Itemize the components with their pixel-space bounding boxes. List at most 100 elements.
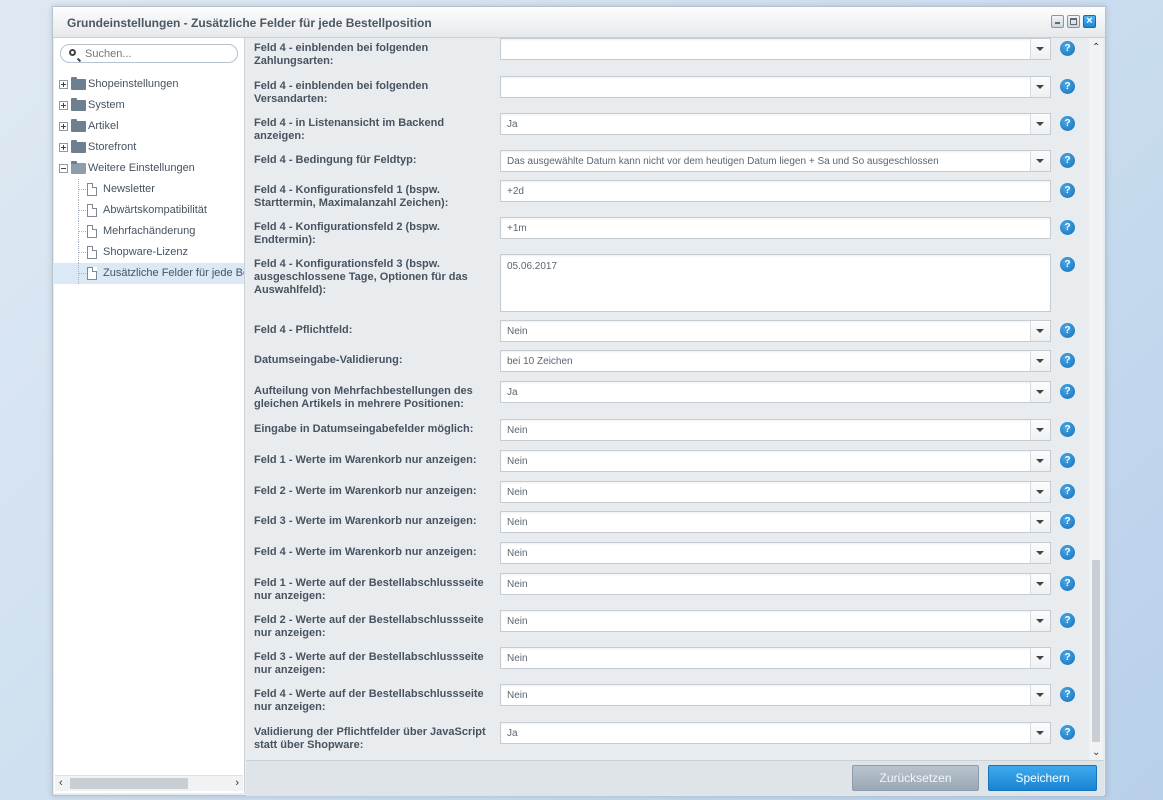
form-row: Feld 4 - einblenden bei folgenden Zahlun… (246, 38, 1088, 70)
chevron-down-icon[interactable] (1030, 482, 1050, 502)
tree-item[interactable]: Abwärtskompatibilität (54, 200, 244, 221)
chevron-down-icon[interactable] (1030, 723, 1050, 743)
chevron-down-icon[interactable] (1030, 321, 1050, 341)
chevron-down-icon[interactable] (1030, 420, 1050, 440)
tree-item[interactable]: Artikel (54, 116, 244, 137)
select-field[interactable]: Das ausgewählte Datum kann nicht vor dem… (500, 150, 1051, 172)
settings-window: Grundeinstellungen - Zusätzliche Felder … (52, 6, 1106, 796)
select-field[interactable]: Nein (500, 573, 1051, 595)
expand-icon[interactable] (59, 101, 68, 110)
select-field[interactable] (500, 38, 1051, 60)
help-icon[interactable]: ? (1060, 576, 1075, 591)
textarea-field[interactable]: 05.06.2017 (500, 254, 1051, 312)
chevron-down-icon[interactable] (1030, 382, 1050, 402)
expand-icon[interactable] (59, 80, 68, 89)
field-value: +1m (507, 223, 527, 234)
search-input[interactable] (85, 47, 225, 60)
help-icon[interactable]: ? (1060, 384, 1075, 399)
save-button[interactable]: Speichern (988, 765, 1097, 791)
chevron-down-icon[interactable] (1030, 685, 1050, 705)
chevron-down-icon[interactable] (1030, 611, 1050, 631)
text-field[interactable]: +2d (500, 180, 1051, 202)
help-icon[interactable]: ? (1060, 257, 1075, 272)
field-value: Das ausgewählte Datum kann nicht vor dem… (507, 156, 939, 167)
select-field[interactable]: Ja (500, 113, 1051, 135)
tree-item[interactable]: Weitere Einstellungen (54, 158, 244, 179)
form-row: Feld 4 - Pflichtfeld: Nein? (246, 318, 1088, 352)
help-icon[interactable]: ? (1060, 484, 1075, 499)
field-label: Eingabe in Datumseingabefelder möglich: (254, 423, 474, 435)
tree-item[interactable]: Shopware-Lizenz (54, 242, 244, 263)
scroll-left-icon[interactable]: ‹ (59, 777, 63, 790)
help-icon[interactable]: ? (1060, 220, 1075, 235)
help-icon[interactable]: ? (1060, 41, 1075, 56)
help-icon[interactable]: ? (1060, 613, 1075, 628)
close-icon[interactable]: × (1083, 15, 1096, 28)
expand-icon[interactable] (59, 143, 68, 152)
help-icon[interactable]: ? (1060, 453, 1075, 468)
scrollbar-thumb[interactable] (70, 778, 188, 789)
field-label: Aufteilung von Mehrfachbestellungen des … (254, 385, 473, 410)
help-icon[interactable]: ? (1060, 650, 1075, 665)
select-field[interactable]: Ja (500, 722, 1051, 744)
reset-button[interactable]: Zurücksetzen (852, 765, 979, 791)
help-icon[interactable]: ? (1060, 687, 1075, 702)
help-icon[interactable]: ? (1060, 545, 1075, 560)
chevron-down-icon[interactable] (1030, 574, 1050, 594)
chevron-down-icon[interactable] (1030, 648, 1050, 668)
form-row: Aufteilung von Mehrfachbestellungen des … (246, 379, 1088, 413)
vertical-scrollbar[interactable]: ⌃ ⌄ (1089, 38, 1103, 760)
horizontal-scrollbar[interactable]: ‹ › (55, 775, 243, 791)
select-field[interactable]: Ja (500, 381, 1051, 403)
tree-item-label: Mehrfachänderung (103, 225, 196, 237)
help-icon[interactable]: ? (1060, 153, 1075, 168)
chevron-down-icon[interactable] (1030, 451, 1050, 471)
chevron-down-icon[interactable] (1030, 151, 1050, 171)
select-field[interactable]: Nein (500, 647, 1051, 669)
select-field[interactable]: Nein (500, 610, 1051, 632)
help-icon[interactable]: ? (1060, 725, 1075, 740)
help-icon[interactable]: ? (1060, 116, 1075, 131)
help-icon[interactable]: ? (1060, 323, 1075, 338)
field-value: +2d (507, 186, 524, 197)
select-field[interactable]: Nein (500, 684, 1051, 706)
chevron-down-icon[interactable] (1030, 39, 1050, 59)
select-field[interactable]: Nein (500, 419, 1051, 441)
chevron-down-icon[interactable] (1030, 114, 1050, 134)
form-row: Feld 4 - einblenden bei folgenden Versan… (246, 74, 1088, 108)
tree-item-label: Artikel (88, 120, 119, 132)
select-field[interactable]: Nein (500, 450, 1051, 472)
tree-item[interactable]: Shopeinstellungen (54, 74, 244, 95)
help-icon[interactable]: ? (1060, 79, 1075, 94)
tree-item[interactable]: Storefront (54, 137, 244, 158)
select-field[interactable]: Nein (500, 542, 1051, 564)
chevron-down-icon[interactable] (1030, 543, 1050, 563)
form-row: Validierung der Pflichtfelder über JavaS… (246, 720, 1088, 754)
scroll-up-icon[interactable]: ⌃ (1092, 42, 1100, 53)
tree-item[interactable]: Zusätzliche Felder für jede Bes (54, 263, 244, 284)
select-field[interactable]: bei 10 Zeichen (500, 350, 1051, 372)
help-icon[interactable]: ? (1060, 514, 1075, 529)
minimize-icon[interactable] (1051, 15, 1064, 28)
window-titlebar[interactable]: Grundeinstellungen - Zusätzliche Felder … (53, 7, 1105, 38)
maximize-icon[interactable] (1067, 15, 1080, 28)
collapse-icon[interactable] (59, 164, 68, 173)
chevron-down-icon[interactable] (1030, 77, 1050, 97)
select-field[interactable]: Nein (500, 511, 1051, 533)
scroll-down-icon[interactable]: ⌄ (1092, 747, 1100, 758)
select-field[interactable] (500, 76, 1051, 98)
help-icon[interactable]: ? (1060, 183, 1075, 198)
scrollbar-thumb[interactable] (1092, 560, 1100, 742)
help-icon[interactable]: ? (1060, 353, 1075, 368)
chevron-down-icon[interactable] (1030, 351, 1050, 371)
text-field[interactable]: +1m (500, 217, 1051, 239)
tree-item[interactable]: Mehrfachänderung (54, 221, 244, 242)
chevron-down-icon[interactable] (1030, 512, 1050, 532)
scroll-right-icon[interactable]: › (235, 777, 239, 790)
expand-icon[interactable] (59, 122, 68, 131)
tree-item[interactable]: Newsletter (54, 179, 244, 200)
tree-item[interactable]: System (54, 95, 244, 116)
select-field[interactable]: Nein (500, 481, 1051, 503)
help-icon[interactable]: ? (1060, 422, 1075, 437)
select-field[interactable]: Nein (500, 320, 1051, 342)
